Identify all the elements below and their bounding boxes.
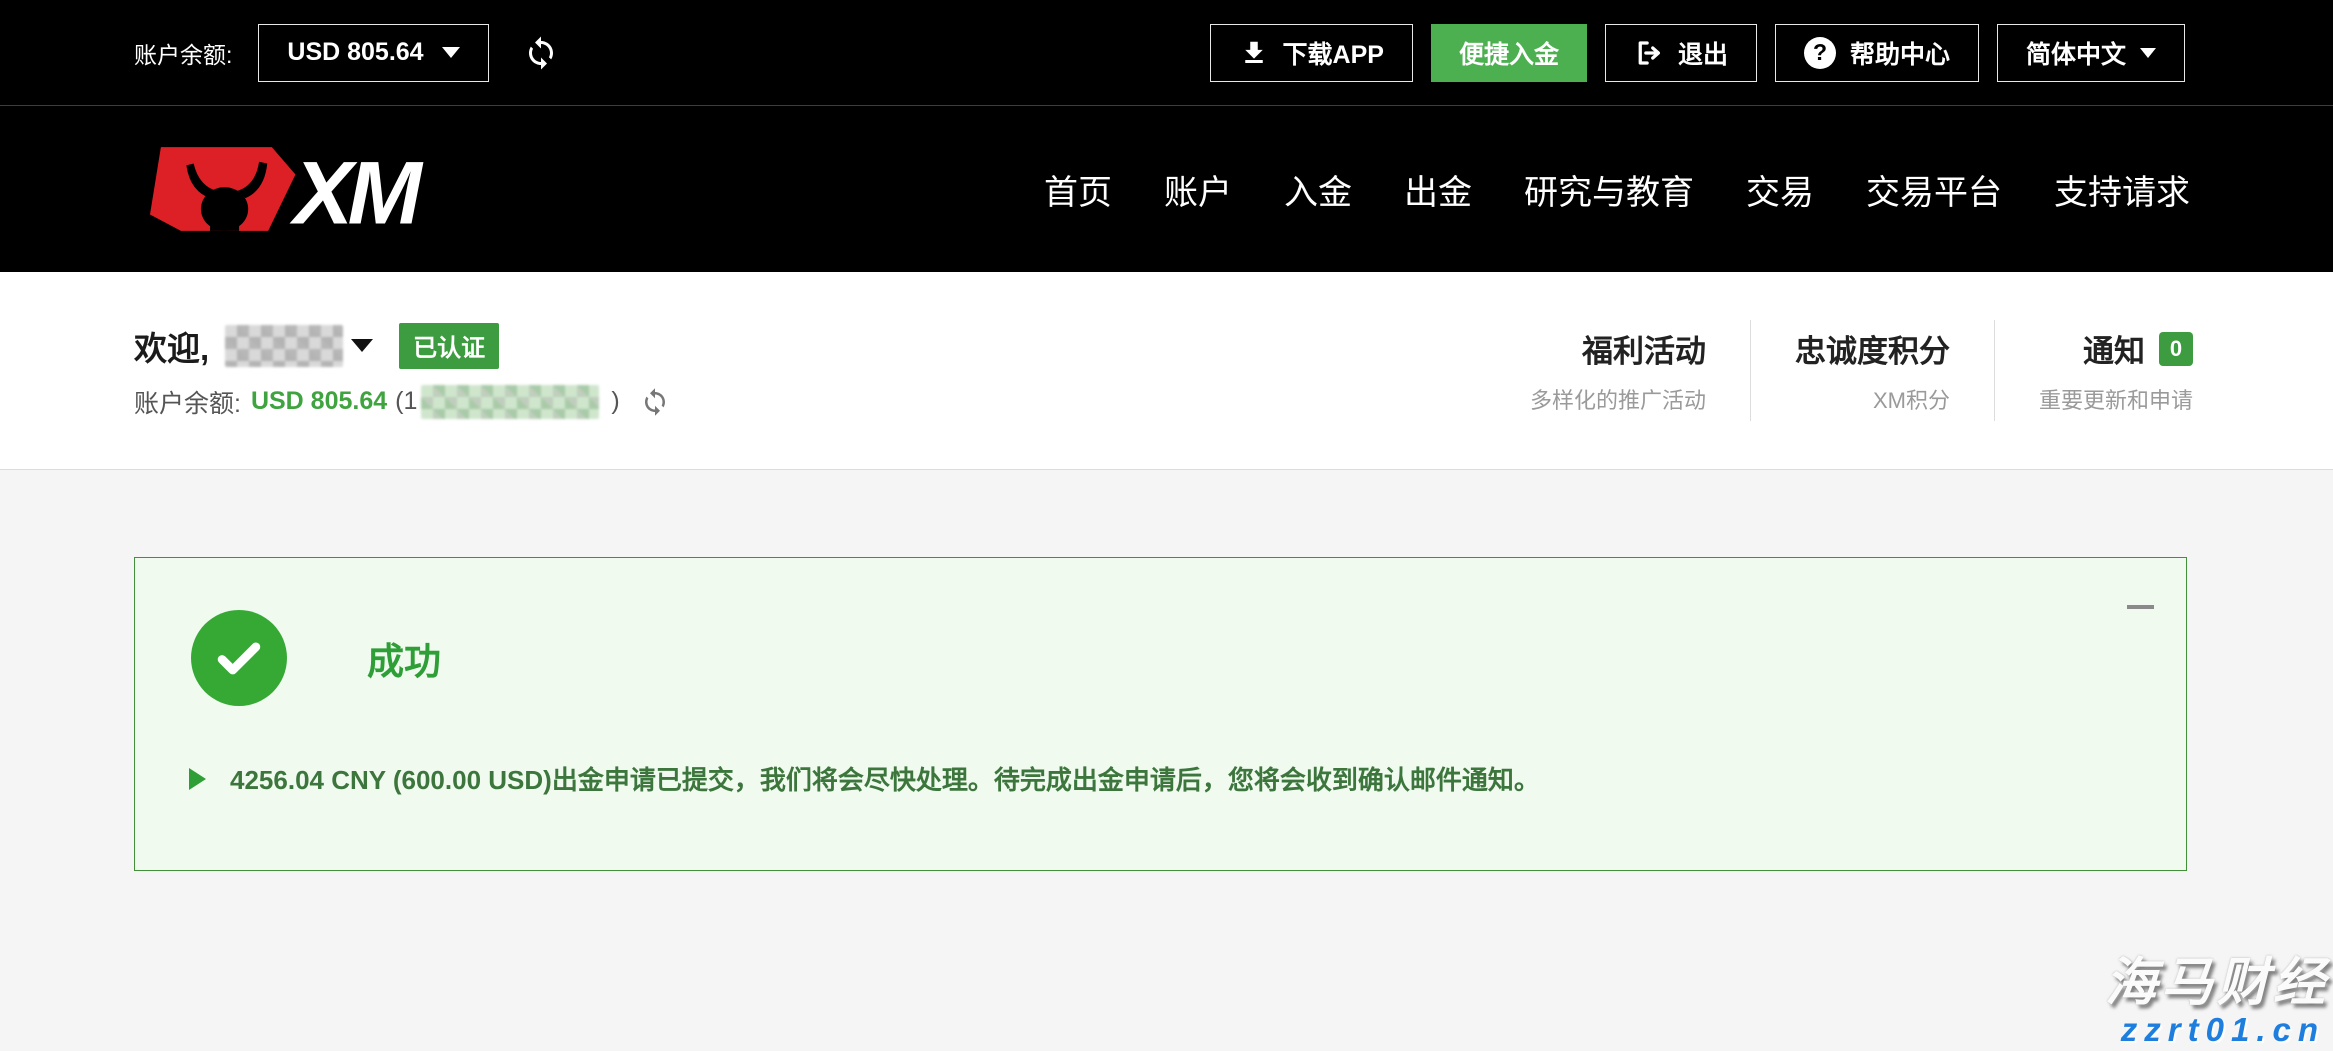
success-title: 成功 xyxy=(367,631,441,685)
notifications-count-badge: 0 xyxy=(2159,332,2193,366)
nav-item-trading[interactable]: 交易 xyxy=(1746,165,1814,214)
refresh-balance-icon[interactable] xyxy=(523,35,559,71)
account-number-prefix: (1 xyxy=(395,387,417,416)
collapse-alert-button[interactable] xyxy=(2127,598,2154,616)
account-balance-label: 账户余额: xyxy=(134,36,232,70)
success-message-row: 4256.04 CNY (600.00 USD)出金申请已提交，我们将会尽快处理… xyxy=(189,760,1540,797)
help-center-label: 帮助中心 xyxy=(1850,35,1950,71)
nav-item-support[interactable]: 支持请求 xyxy=(2054,165,2190,214)
account-number-suffix: ) xyxy=(611,387,619,416)
promotions-subtitle: 多样化的推广活动 xyxy=(1530,383,1706,415)
promotions-title: 福利活动 xyxy=(1530,326,1706,371)
success-header: 成功 xyxy=(191,610,441,706)
help-center-button[interactable]: ? 帮助中心 xyxy=(1775,24,1979,82)
welcome-quick-links: 福利活动 多样化的推广活动 忠诚度积分 XM积分 通知 0 重要更新和申请 xyxy=(1486,320,2193,421)
loyalty-title: 忠诚度积分 xyxy=(1795,326,1950,371)
main-content: 成功 4256.04 CNY (600.00 USD)出金申请已提交，我们将会尽… xyxy=(0,470,2333,1051)
notifications-subtitle: 重要更新和申请 xyxy=(2039,383,2193,415)
refresh-account-icon[interactable] xyxy=(640,387,670,417)
nav-item-withdraw[interactable]: 出金 xyxy=(1404,165,1472,214)
minus-icon xyxy=(2127,605,2154,609)
language-dropdown[interactable]: 简体中文 xyxy=(1997,24,2185,82)
logout-button[interactable]: 退出 xyxy=(1605,24,1757,82)
help-icon: ? xyxy=(1804,37,1836,69)
success-message: 4256.04 CNY (600.00 USD)出金申请已提交，我们将会尽快处理… xyxy=(230,760,1540,797)
svg-text:XM: XM xyxy=(289,143,424,237)
account-number-redacted xyxy=(421,385,599,419)
chevron-down-icon xyxy=(442,47,460,58)
triangle-bullet-icon xyxy=(189,768,206,790)
success-alert: 成功 4256.04 CNY (600.00 USD)出金申请已提交，我们将会尽… xyxy=(134,557,2187,871)
welcome-balance-label: 账户余额: xyxy=(134,384,241,420)
download-app-button[interactable]: 下载APP xyxy=(1210,24,1413,82)
download-icon xyxy=(1239,38,1269,68)
loyalty-points-link[interactable]: 忠诚度积分 XM积分 xyxy=(1750,320,1994,421)
watermark: 海马财经 zzrt01.cn xyxy=(2105,956,2329,1049)
notifications-title: 通知 xyxy=(2083,326,2145,371)
loyalty-subtitle: XM积分 xyxy=(1795,383,1950,415)
welcome-balance-value: USD 805.64 xyxy=(251,387,387,416)
quick-deposit-button[interactable]: 便捷入金 xyxy=(1431,24,1587,82)
watermark-site: zzrt01.cn xyxy=(2105,1011,2329,1049)
logout-icon xyxy=(1634,38,1664,68)
welcome-greeting: 欢迎, xyxy=(134,322,209,370)
nav-item-platforms[interactable]: 交易平台 xyxy=(1866,165,2002,214)
chevron-down-icon xyxy=(2140,48,2156,58)
nav-item-home[interactable]: 首页 xyxy=(1044,165,1112,214)
download-app-label: 下载APP xyxy=(1283,35,1384,71)
success-check-icon xyxy=(191,610,287,706)
verified-badge: 已认证 xyxy=(399,323,499,369)
nav-item-account[interactable]: 账户 xyxy=(1164,165,1232,214)
balance-value: USD 805.64 xyxy=(287,38,423,67)
main-navbar: XM 首页 账户 入金 出金 研究与教育 交易 交易平台 支持请求 xyxy=(0,106,2333,272)
promotions-link[interactable]: 福利活动 多样化的推广活动 xyxy=(1486,320,1750,421)
top-utility-bar: 账户余额: USD 805.64 下载APP 便捷入金 xyxy=(0,0,2333,106)
account-switcher-caret-icon[interactable] xyxy=(351,339,373,352)
quick-deposit-label: 便捷入金 xyxy=(1459,35,1559,71)
nav-menu: 首页 账户 入金 出金 研究与教育 交易 交易平台 支持请求 xyxy=(1044,165,2190,214)
language-label: 简体中文 xyxy=(2026,35,2126,71)
nav-item-deposit[interactable]: 入金 xyxy=(1284,165,1352,214)
welcome-strip: 欢迎, 已认证 账户余额: USD 805.64 (1 ) 福利活动 多样化的推… xyxy=(0,272,2333,470)
xm-logo[interactable]: XM xyxy=(130,141,430,237)
watermark-brand: 海马财经 xyxy=(2105,956,2329,1011)
logout-label: 退出 xyxy=(1678,35,1728,71)
topbar-actions: 下载APP 便捷入金 退出 ? 帮助中心 简体中文 xyxy=(1210,24,2185,82)
notifications-link[interactable]: 通知 0 重要更新和申请 xyxy=(1994,320,2193,421)
welcome-left: 欢迎, 已认证 账户余额: USD 805.64 (1 ) xyxy=(134,322,670,420)
user-name-redacted xyxy=(225,325,343,367)
nav-item-research-education[interactable]: 研究与教育 xyxy=(1524,165,1694,214)
balance-currency-dropdown[interactable]: USD 805.64 xyxy=(258,24,488,82)
